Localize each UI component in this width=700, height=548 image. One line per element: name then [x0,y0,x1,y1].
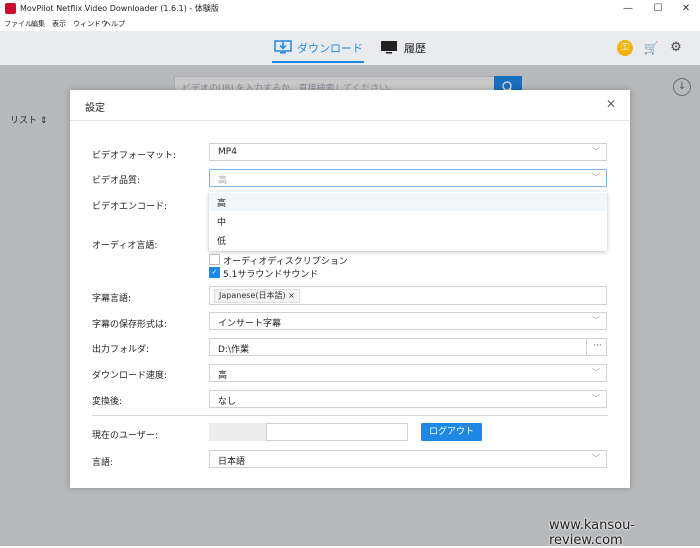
monitor-icon [381,41,397,54]
video-quality-select[interactable]: 高 ﹀ [209,169,607,187]
video-quality-value: 高 [218,176,228,186]
video-quality-dropdown: 高 中 低 [209,192,607,251]
tag-remove-icon[interactable]: × [288,291,295,300]
quality-option-low[interactable]: 低 [217,234,226,247]
menu-window[interactable]: ウィンドウ [73,19,108,29]
gear-icon[interactable]: ⚙ [668,40,684,56]
chevron-down-icon: ﹀ [592,316,600,325]
subtitle-save-label: 字幕の保存形式は: [92,320,168,330]
dialog-divider [70,120,630,121]
language-select[interactable]: 日本語 ﹀ [209,450,607,468]
key-icon[interactable]: ⚿ [617,40,633,56]
current-user-field [266,423,408,441]
menu-file[interactable]: ファイル [4,19,32,29]
user-avatar-blurred [209,423,267,441]
video-format-label: ビデオフォーマット: [92,151,177,161]
audio-language-label: オーディオ言語: [92,241,158,251]
quality-option-high[interactable]: 高 [217,196,226,209]
tab-download[interactable]: ダウンロード [297,40,363,56]
after-convert-value: なし [218,397,237,407]
subtitle-language-tag: Japanese(日本語) × [214,289,300,303]
video-encode-label: ビデオエンコード: [92,202,168,212]
dialog-close-icon[interactable]: ✕ [606,97,616,111]
download-monitor-icon [274,40,292,54]
surround-sound-label: 5.1サラウンドサウンド [223,270,319,280]
dialog-title: 設定 [85,103,105,114]
after-convert-select[interactable]: なし ﹀ [209,390,607,408]
chevron-down-icon: ﹀ [592,147,600,156]
language-label: 言語: [92,458,114,468]
menu-view[interactable]: 表示 [52,19,66,29]
dropdown-highlight [209,193,607,211]
language-value: 日本語 [218,457,246,467]
minimize-button[interactable]: — [614,1,642,17]
close-window-button[interactable]: ✕ [672,1,700,17]
audio-description-label: オーディオディスクリプション [223,257,348,267]
output-folder-input[interactable]: D:\作業 [209,338,607,356]
chevron-down-icon: ﹀ [592,368,600,377]
chevron-down-icon: ﹀ [592,173,600,182]
current-user-label: 現在のユーザー: [92,431,158,441]
chevron-down-icon: ﹀ [592,454,600,463]
title-bar: MovPilot Netflix Video Downloader (1.6.1… [0,0,700,18]
audio-description-checkbox[interactable] [209,254,220,265]
output-folder-value: D:\作業 [218,345,249,355]
menu-bar: ファイル 編集 表示 ウィンドウ ヘルプ [0,18,700,31]
browse-folder-button[interactable]: ··· [586,338,608,356]
video-format-select[interactable]: MP4 ﹀ [209,143,607,161]
download-speed-label: ダウンロード速度: [92,371,168,381]
subtitle-save-value: インサート字幕 [218,319,282,329]
download-speed-value: 高 [218,371,228,381]
quality-option-medium[interactable]: 中 [217,215,226,228]
maximize-button[interactable]: ☐ [644,1,672,17]
surround-sound-checkbox[interactable]: ✓ [209,267,220,278]
subtitle-save-select[interactable]: インサート字幕 ﹀ [209,312,607,330]
chevron-down-icon: ﹀ [592,394,600,403]
cart-icon[interactable]: 🛒 [643,40,659,56]
menu-help[interactable]: ヘルプ [104,19,125,29]
active-tab-indicator [272,61,364,63]
app-logo-icon [5,3,16,14]
output-folder-label: 出力フォルダ: [92,345,150,355]
video-format-value: MP4 [218,147,237,157]
video-quality-label: ビデオ品質: [92,176,141,186]
menu-edit[interactable]: 編集 [31,19,45,29]
section-divider [92,415,608,416]
window-title: MovPilot Netflix Video Downloader (1.6.1… [20,4,219,13]
after-convert-label: 変換後: [92,397,123,407]
tab-history[interactable]: 履歴 [404,40,426,56]
subtitle-tag-text: Japanese(日本語) [219,291,286,300]
watermark-text: www.kansou-review.com [549,518,635,548]
download-speed-select[interactable]: 高 ﹀ [209,364,607,382]
logout-button[interactable]: ログアウト [421,423,482,441]
subtitle-language-label: 字幕言語: [92,294,132,304]
